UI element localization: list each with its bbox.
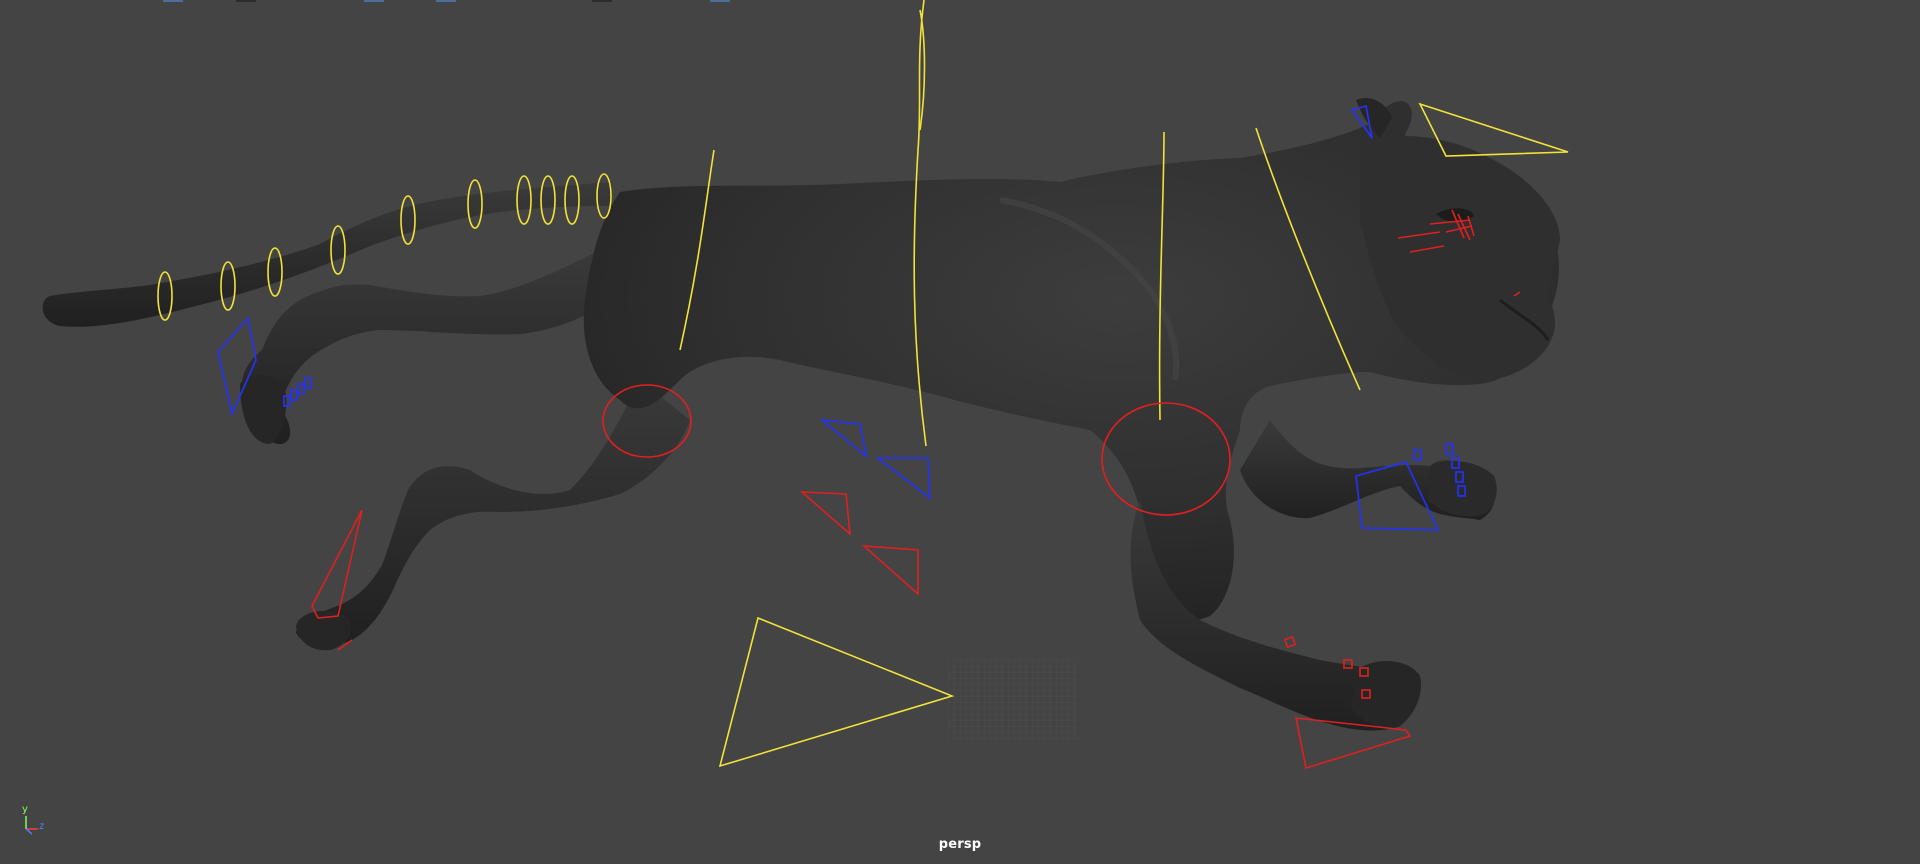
scene-3d[interactable] (0, 0, 1920, 864)
panther-hind-leg-near[interactable] (296, 380, 690, 646)
camera-name-label: persp (938, 837, 982, 852)
fk-controls[interactable] (157, 0, 1569, 768)
axis-gizmo (25, 816, 38, 835)
panther-hind-leg-far[interactable] (241, 250, 620, 445)
head-control[interactable] (1418, 102, 1569, 157)
axis-z-label: z (39, 821, 45, 832)
ground-grid (948, 660, 1078, 740)
leg-pole-red-1[interactable] (799, 491, 851, 536)
leg-pole-blue-1[interactable] (819, 418, 868, 459)
root-control[interactable] (718, 616, 955, 768)
axis-y-label: y (22, 804, 28, 815)
leg-pole-red-2[interactable] (861, 545, 919, 596)
leg-pole-blue-2[interactable] (875, 457, 931, 500)
perspective-viewport[interactable]: y z persp (0, 0, 1920, 864)
